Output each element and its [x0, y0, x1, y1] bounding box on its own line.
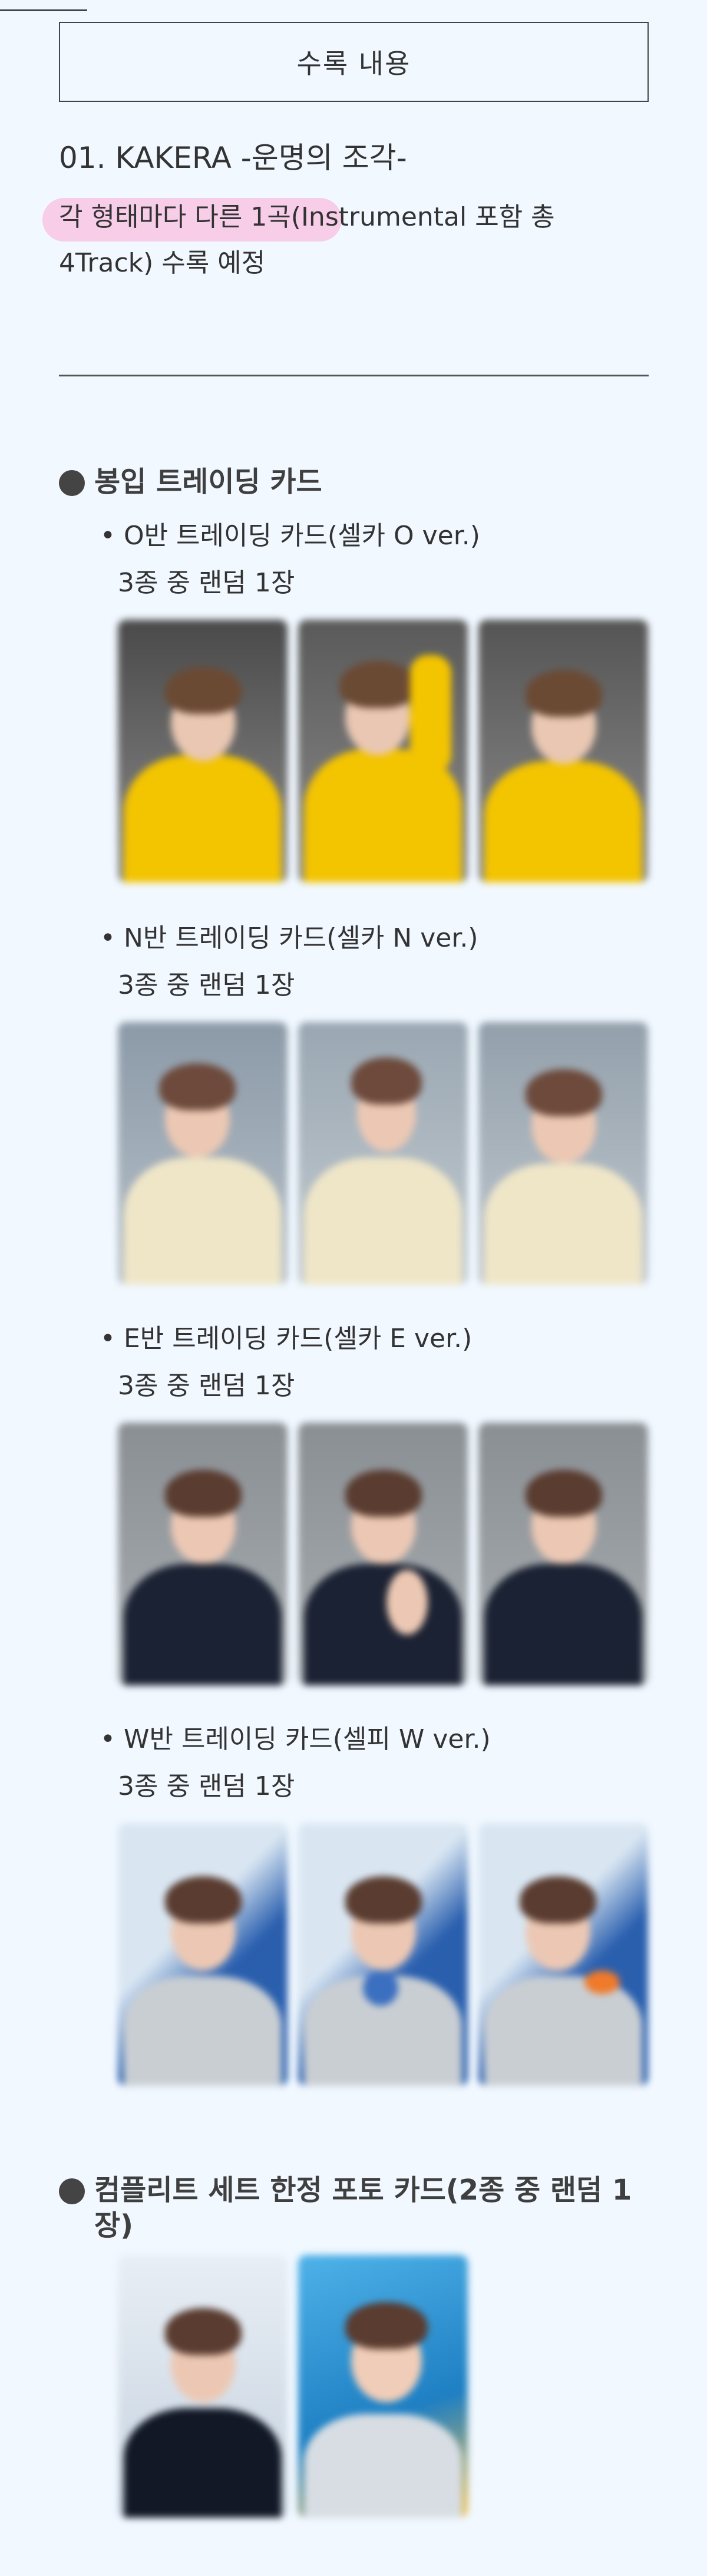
- card-photo[interactable]: [478, 620, 648, 882]
- card-photo[interactable]: [298, 1423, 468, 1685]
- card-photo[interactable]: [118, 1022, 288, 1285]
- complete-set-heading-text: 컴플리트 세트 한정 포토 카드(2종 중 랜덤 1장): [94, 2174, 632, 2242]
- card-group-sub: 3종 중 랜덤 1장: [118, 970, 295, 1000]
- card-photo[interactable]: [118, 620, 288, 882]
- card-thumbs: [118, 620, 648, 882]
- complete-set-photo[interactable]: [298, 2255, 468, 2518]
- card-group-sub: 3종 중 랜덤 1장: [118, 1771, 295, 1801]
- card-group-label: • N반 트레이딩 카드(셀카 N ver.): [100, 923, 478, 953]
- card-thumbs: [118, 1423, 648, 1685]
- section-title: 수록 내용: [296, 48, 411, 80]
- card-group-sub: 3종 중 랜덤 1장: [118, 568, 295, 598]
- bullet-icon: [59, 2178, 85, 2204]
- card-group-label: • E반 트레이딩 카드(셀카 E ver.): [100, 1324, 473, 1354]
- track-description: 각 형태마다 다른 1곡(Instrumental 포함 총 4Track) 수…: [59, 202, 555, 278]
- card-photo[interactable]: [118, 1423, 288, 1685]
- card-photo[interactable]: [478, 1823, 648, 2086]
- card-photo[interactable]: [118, 1823, 288, 2086]
- card-group-label: • O반 트레이딩 카드(셀카 O ver.): [100, 521, 480, 551]
- card-group-n: • N반 트레이딩 카드(셀카 N ver.) 3종 중 랜덤 1장: [100, 915, 649, 1285]
- section-title-box: 수록 내용: [59, 22, 649, 102]
- card-photo[interactable]: [298, 620, 468, 882]
- bullet-icon: [59, 470, 85, 496]
- complete-set-thumbs: [118, 2255, 468, 2518]
- complete-set-photo[interactable]: [118, 2255, 288, 2518]
- track-title: 01. KAKERA -운명의 조각-: [59, 141, 407, 175]
- divider: [59, 375, 649, 376]
- card-thumbs: [118, 1823, 648, 2086]
- card-group-o: • O반 트레이딩 카드(셀카 O ver.) 3종 중 랜덤 1장: [100, 512, 649, 882]
- card-photo[interactable]: [298, 1022, 468, 1285]
- card-thumbs: [118, 1022, 648, 1285]
- card-group-sub: 3종 중 랜덤 1장: [118, 1371, 295, 1401]
- trading-card-heading-text: 봉입 트레이딩 카드: [94, 465, 322, 498]
- card-group-w: • W반 트레이딩 카드(셀피 W ver.) 3종 중 랜덤 1장: [100, 1716, 649, 2086]
- card-photo[interactable]: [478, 1423, 648, 1685]
- card-photo[interactable]: [298, 1823, 468, 2086]
- card-group-e: • E반 트레이딩 카드(셀카 E ver.) 3종 중 랜덤 1장: [100, 1315, 649, 1685]
- top-rule: [0, 9, 87, 11]
- card-group-label: • W반 트레이딩 카드(셀피 W ver.): [100, 1724, 491, 1754]
- card-photo[interactable]: [478, 1022, 648, 1285]
